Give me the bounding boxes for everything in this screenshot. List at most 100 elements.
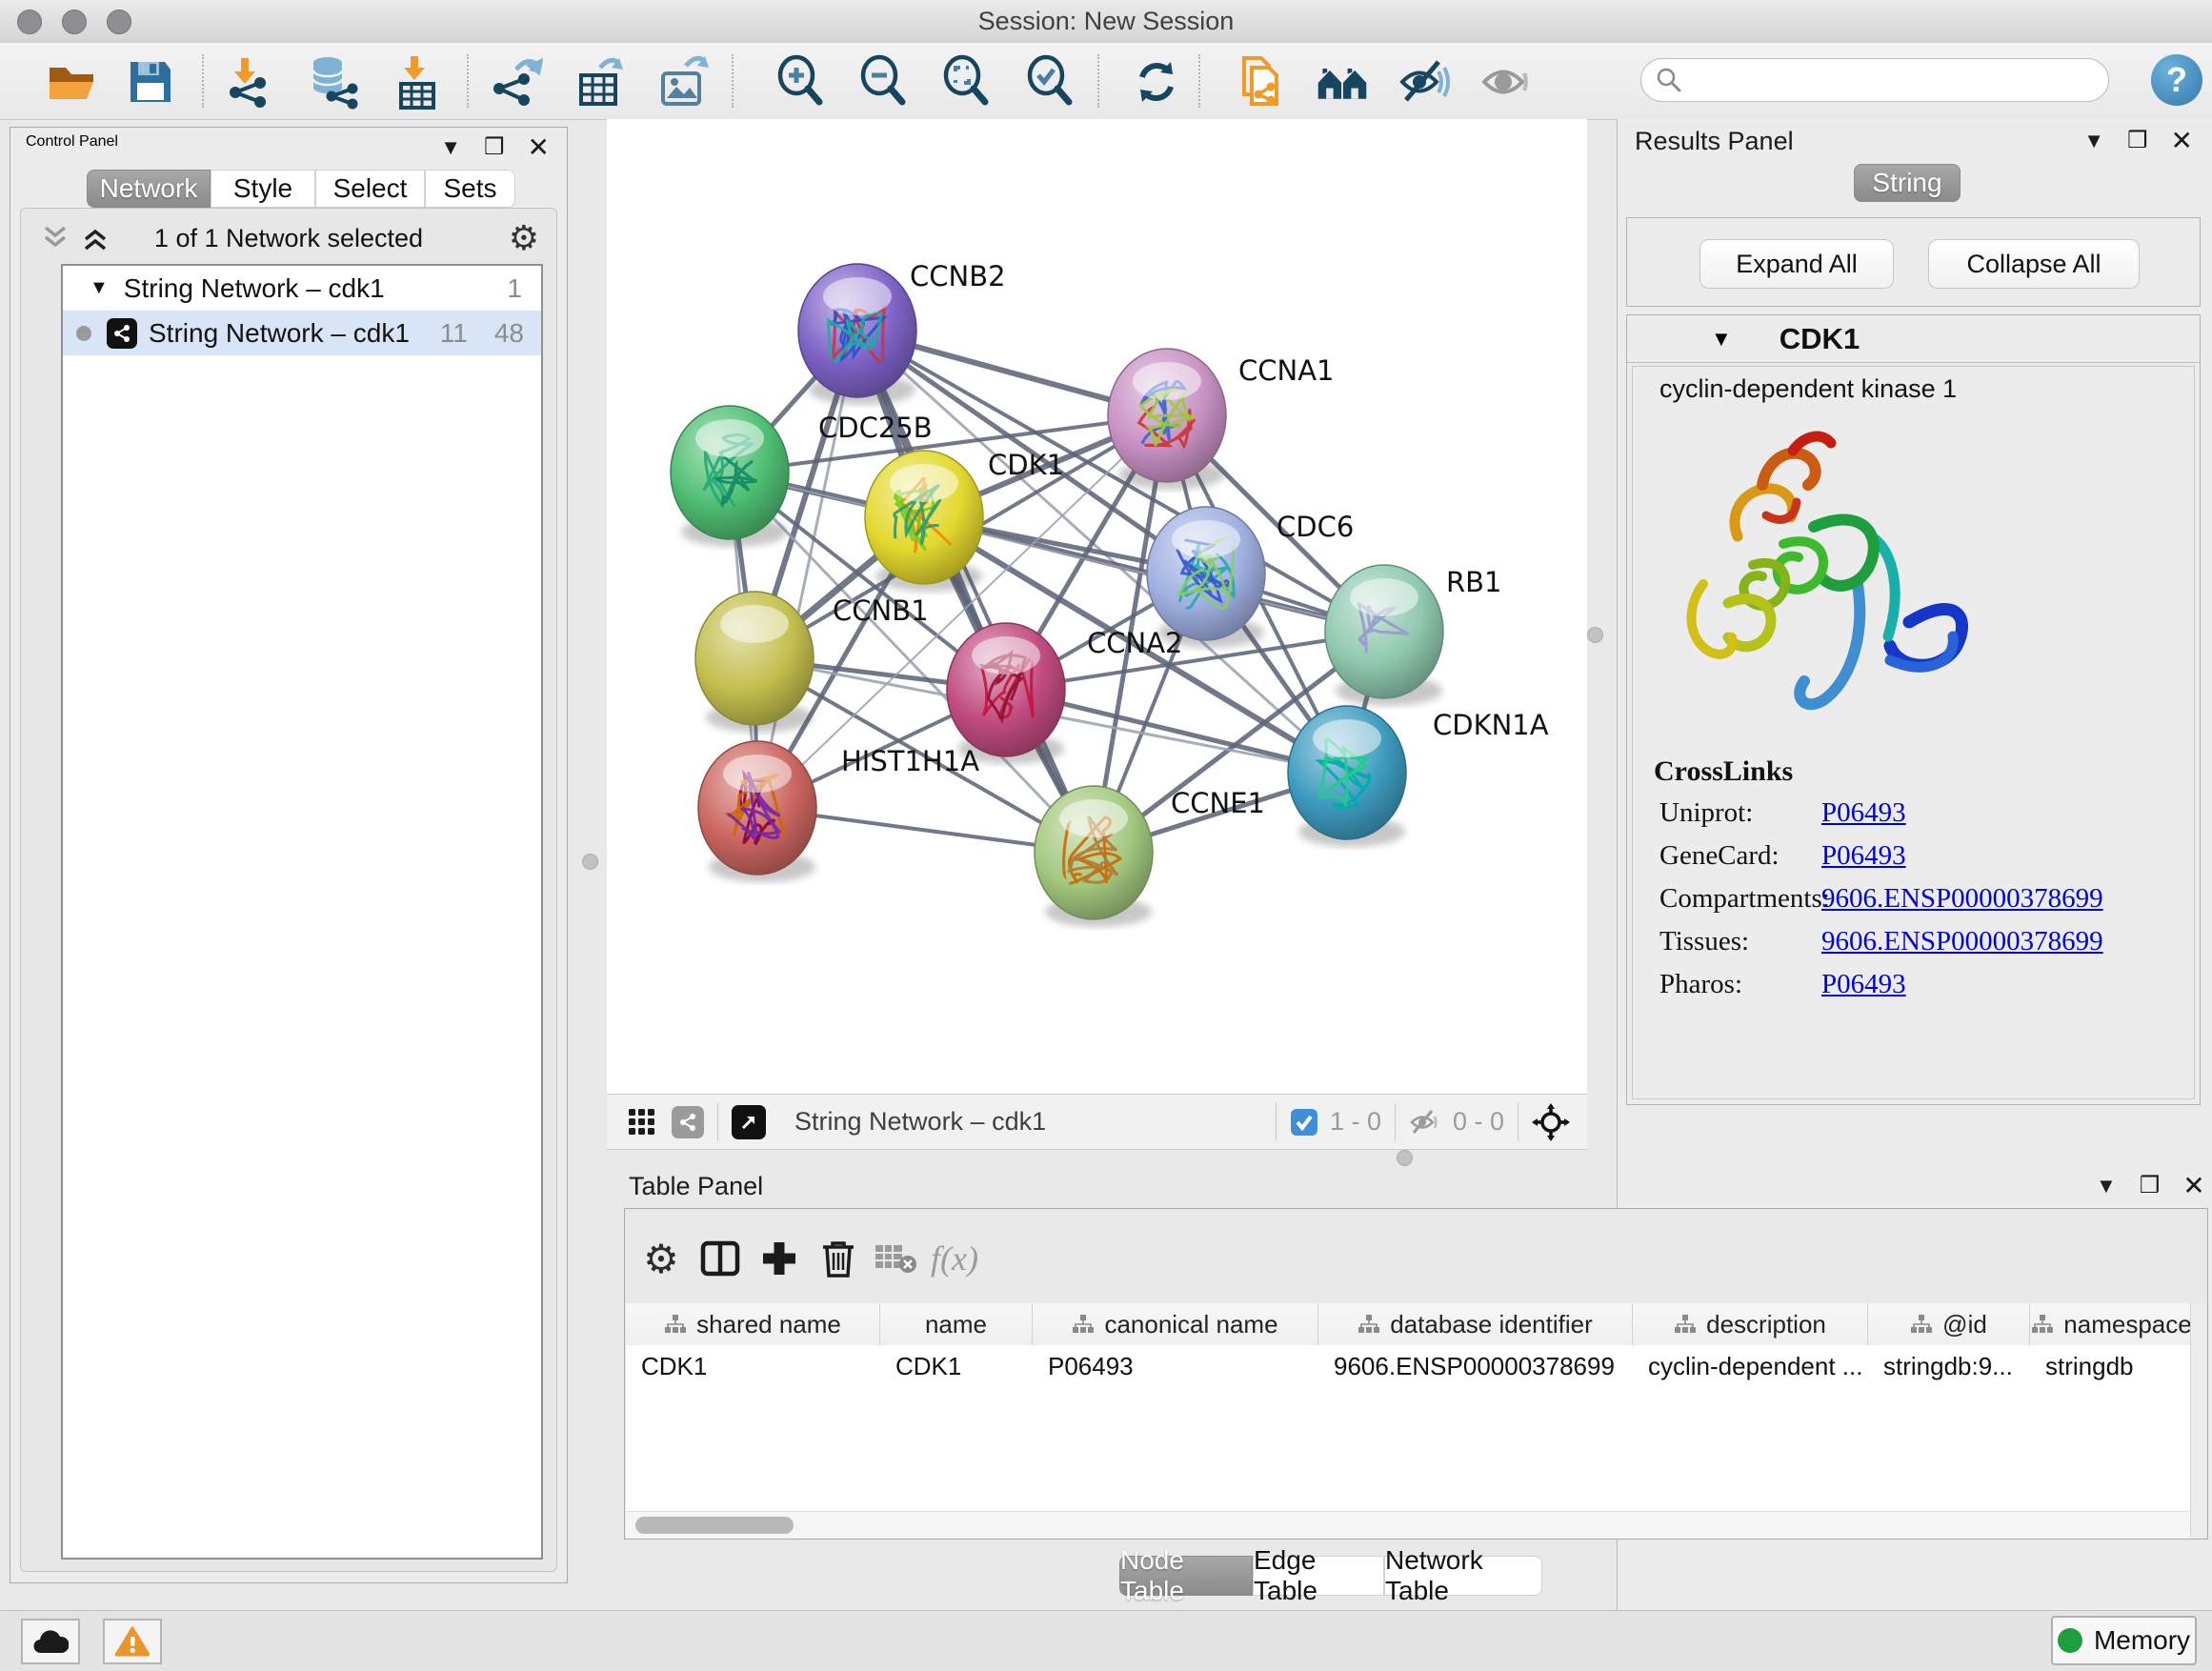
- import-network-file-button[interactable]: [222, 54, 277, 110]
- tab-style[interactable]: Style: [211, 170, 315, 208]
- export-image-button[interactable]: [655, 54, 711, 110]
- show-all-button[interactable]: [1478, 54, 1534, 110]
- search-input[interactable]: [1683, 65, 2087, 96]
- tree-expand-icon[interactable]: ▼: [90, 277, 109, 299]
- cell-namespace[interactable]: stringdb: [2030, 1345, 2193, 1387]
- gene-results-box: ▼ CDK1 cyclin-dependent kinase 1: [1626, 314, 2201, 1105]
- selected-checkbox-icon[interactable]: [1290, 1108, 1318, 1137]
- column-header-shared-name[interactable]: shared name: [626, 1303, 880, 1345]
- hide-selected-button[interactable]: [1397, 54, 1452, 110]
- graph-node-HIST1H1A[interactable]: HIST1H1A: [698, 741, 979, 882]
- scrollbar-thumb[interactable]: [635, 1517, 794, 1534]
- cell-id[interactable]: stringdb:9...: [1868, 1345, 2030, 1387]
- save-session-button[interactable]: [123, 54, 178, 110]
- warnings-button[interactable]: [103, 1619, 162, 1664]
- graph-node-CCNA2[interactable]: CCNA2: [947, 623, 1182, 764]
- network-canvas[interactable]: CCNB2CCNA1CDC25BCDK1CDC6RB1CCNB1CCNA2CDK…: [607, 119, 1587, 1094]
- zoom-in-button[interactable]: [774, 54, 829, 110]
- tab-select[interactable]: Select: [315, 170, 425, 208]
- zoom-selected-button[interactable]: [1023, 54, 1078, 110]
- search-field[interactable]: [1640, 58, 2109, 102]
- network-collection-row[interactable]: ▼ String Network – cdk1 1: [63, 266, 541, 311]
- network-type-icon[interactable]: [672, 1106, 704, 1138]
- bottom-splitter-grip[interactable]: [1397, 1150, 1413, 1166]
- footer-separator: [1395, 1103, 1396, 1141]
- first-neighbors-button[interactable]: [1315, 54, 1370, 110]
- cell-description[interactable]: cyclin-dependent ...: [1633, 1345, 1868, 1387]
- column-header-description[interactable]: description: [1633, 1303, 1868, 1345]
- panel-menu-icon[interactable]: ▼: [440, 135, 461, 160]
- tab-sets[interactable]: Sets: [425, 170, 515, 208]
- tab-network-table[interactable]: Network Table: [1384, 1556, 1542, 1596]
- tab-string[interactable]: String: [1854, 164, 1961, 202]
- graph-node-label: CCNB2: [910, 260, 1006, 292]
- panel-close-icon[interactable]: ✕: [528, 131, 550, 163]
- column-header-canonical-name[interactable]: canonical name: [1033, 1303, 1318, 1345]
- clone-network-button[interactable]: [1231, 54, 1286, 110]
- left-splitter-grip[interactable]: [582, 854, 598, 870]
- import-network-database-button[interactable]: [305, 54, 360, 110]
- crosslink-link[interactable]: 9606.ENSP00000378699: [1821, 883, 2103, 915]
- column-header-name[interactable]: name: [880, 1303, 1033, 1345]
- show-columns-icon[interactable]: [694, 1232, 747, 1285]
- graph-node-CCNB2[interactable]: CCNB2: [798, 260, 1006, 405]
- crosslink-link[interactable]: P06493: [1821, 969, 1906, 1000]
- right-splitter-grip[interactable]: [1587, 627, 1603, 643]
- export-network-button[interactable]: [488, 54, 543, 110]
- add-column-icon[interactable]: [753, 1232, 806, 1285]
- zoom-fit-button[interactable]: [939, 54, 995, 110]
- cell-name[interactable]: CDK1: [880, 1345, 1033, 1387]
- fit-selected-crosshair-icon[interactable]: [1532, 1103, 1570, 1141]
- import-table-button[interactable]: [391, 54, 446, 110]
- table-row[interactable]: CDK1 CDK1 P06493 9606.ENSP00000378699 cy…: [626, 1345, 2193, 1387]
- collapse-all-button[interactable]: Collapse All: [1928, 239, 2140, 289]
- results-panel-title: Results Panel: [1635, 127, 1794, 156]
- expand-all-button[interactable]: Expand All: [1699, 239, 1894, 289]
- panel-close-icon[interactable]: ✕: [2182, 1170, 2204, 1201]
- refresh-icon: [1129, 54, 1184, 110]
- crosslink-link[interactable]: P06493: [1821, 840, 1906, 872]
- table-vertical-scrollbar[interactable]: [2190, 1303, 2206, 1538]
- open-session-button[interactable]: [44, 54, 99, 110]
- cloud-status-button[interactable]: [21, 1619, 80, 1664]
- cell-database-identifier[interactable]: 9606.ENSP00000378699: [1318, 1345, 1633, 1387]
- delete-table-icon[interactable]: [869, 1232, 922, 1285]
- tab-edge-table[interactable]: Edge Table: [1253, 1556, 1384, 1596]
- network-row[interactable]: String Network – cdk1 11 48: [63, 311, 541, 355]
- panel-close-icon[interactable]: ✕: [2171, 125, 2193, 156]
- zoom-out-button[interactable]: [856, 54, 912, 110]
- tab-node-table[interactable]: Node Table: [1119, 1556, 1253, 1596]
- panel-menu-icon[interactable]: ▼: [2083, 129, 2104, 153]
- section-collapse-icon[interactable]: ▼: [1711, 327, 1732, 352]
- table-horizontal-scrollbar[interactable]: [626, 1511, 2193, 1539]
- graph-node-label: CDK1: [988, 449, 1064, 481]
- function-builder-icon[interactable]: f(x): [928, 1232, 981, 1285]
- delete-column-icon[interactable]: [812, 1232, 865, 1285]
- graph-node-CDK1[interactable]: CDK1: [865, 449, 1064, 592]
- grid-view-icon[interactable]: [628, 1108, 656, 1137]
- column-header-namespace[interactable]: namespace: [2030, 1303, 2193, 1345]
- panel-float-icon[interactable]: ❒: [2140, 1172, 2161, 1199]
- birds-eye-view-icon[interactable]: [732, 1105, 766, 1139]
- graph-node-CDKN1A[interactable]: CDKN1A: [1288, 706, 1549, 847]
- hidden-eye-icon[interactable]: [1409, 1108, 1441, 1137]
- panel-menu-icon[interactable]: ▼: [2096, 1174, 2117, 1198]
- help-button[interactable]: ?: [2151, 54, 2202, 106]
- panel-float-icon[interactable]: ❒: [484, 133, 505, 161]
- memory-button[interactable]: Memory: [2051, 1616, 2197, 1665]
- gear-icon[interactable]: ⚙: [509, 218, 539, 258]
- column-header-database-identifier[interactable]: database identifier: [1318, 1303, 1633, 1345]
- refresh-layout-button[interactable]: [1129, 54, 1184, 110]
- export-table-button[interactable]: [572, 54, 627, 110]
- crosslink-link[interactable]: 9606.ENSP00000378699: [1821, 926, 2103, 957]
- table-gear-icon[interactable]: ⚙: [634, 1232, 688, 1285]
- control-panel-title: Control Panel: [26, 133, 118, 151]
- gene-section-header[interactable]: ▼ CDK1: [1627, 315, 2200, 363]
- column-header-id[interactable]: @id: [1868, 1303, 2030, 1345]
- panel-float-icon[interactable]: ❒: [2127, 127, 2148, 154]
- cell-shared-name[interactable]: CDK1: [626, 1345, 880, 1387]
- graph-node-RB1[interactable]: RB1: [1325, 565, 1502, 706]
- tab-network[interactable]: Network: [87, 170, 211, 208]
- cell-canonical-name[interactable]: P06493: [1033, 1345, 1318, 1387]
- crosslink-link[interactable]: P06493: [1821, 797, 1906, 829]
